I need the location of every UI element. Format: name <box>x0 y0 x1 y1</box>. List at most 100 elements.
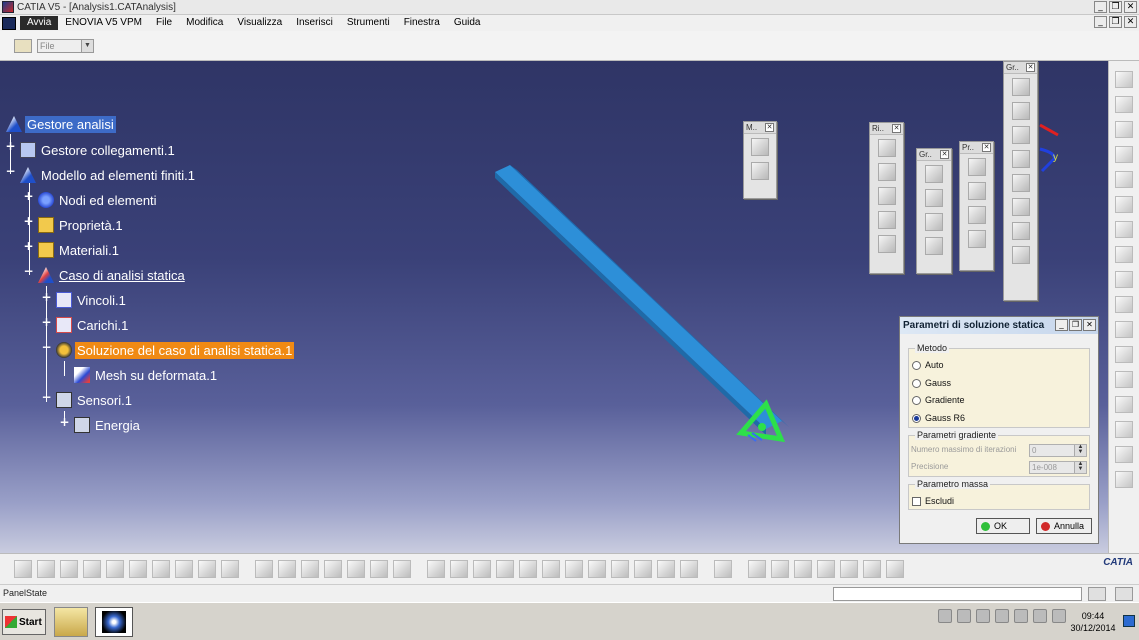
annulla-button[interactable]: Annulla <box>1036 518 1092 534</box>
tool-icon[interactable] <box>1115 321 1133 338</box>
start-button[interactable]: Start <box>2 609 46 635</box>
restraint-tool-icon[interactable] <box>877 235 896 253</box>
tool-icon[interactable] <box>771 560 789 578</box>
save-icon[interactable] <box>60 560 78 578</box>
cut-icon[interactable] <box>106 560 124 578</box>
radio-button[interactable] <box>912 395 921 405</box>
menu-inserisci[interactable]: Inserisci <box>289 16 340 30</box>
hide-show-icon[interactable] <box>657 560 675 578</box>
collapse-icon[interactable]: − <box>41 391 52 403</box>
dialog-minimize-button[interactable]: _ <box>1055 319 1068 331</box>
doc-minimize-button[interactable]: _ <box>1094 16 1107 28</box>
group-tool-icon[interactable] <box>925 237 943 255</box>
doc-restore-button[interactable]: ❐ <box>1109 16 1122 28</box>
spin-icon[interactable]: ▲ ▼ <box>1074 444 1086 456</box>
checkbox[interactable] <box>912 496 921 506</box>
menu-file[interactable]: File <box>149 16 179 30</box>
menu-guida[interactable]: Guida <box>447 16 488 30</box>
select-arrow-icon[interactable] <box>1115 196 1133 213</box>
spin-icon[interactable]: ▲ ▼ <box>1074 461 1086 473</box>
tree-node-gestore-analisi[interactable]: Gestore analisi <box>6 114 116 134</box>
multi-view-icon[interactable] <box>588 560 606 578</box>
status-button[interactable] <box>1088 587 1106 601</box>
dialog-restore-button[interactable]: ❐ <box>1069 319 1082 331</box>
clock[interactable]: 09:44 30/12/2014 <box>1068 610 1118 634</box>
tool-icon[interactable] <box>301 560 319 578</box>
collapse-icon[interactable]: − <box>23 265 34 277</box>
tool-icon[interactable] <box>393 560 411 578</box>
tree-node-proprieta[interactable]: Proprietà.1 <box>38 215 125 235</box>
radio-button[interactable] <box>912 378 921 388</box>
close-button[interactable]: ✕ <box>1124 1 1137 13</box>
geometry-tool-icon[interactable] <box>1011 126 1030 144</box>
tray-icon[interactable] <box>957 609 971 623</box>
tool-icon[interactable] <box>1115 246 1133 263</box>
expand-icon[interactable]: + <box>23 240 34 252</box>
power-input-field[interactable] <box>833 587 1082 601</box>
copy-icon[interactable] <box>129 560 147 578</box>
expand-icon[interactable]: + <box>5 140 16 152</box>
network-icon[interactable] <box>1014 609 1028 623</box>
close-icon[interactable]: ✕ <box>940 150 949 159</box>
palette-groups[interactable]: Gr.. ✕ <box>916 148 952 274</box>
expand-icon[interactable]: + <box>23 215 34 227</box>
menu-strumenti[interactable]: Strumenti <box>340 16 397 30</box>
group-tool-icon[interactable] <box>925 189 943 207</box>
geometry-tool-icon[interactable] <box>1011 174 1030 192</box>
zoom-in-icon[interactable] <box>519 560 537 578</box>
mesh-tool-icon[interactable] <box>751 162 769 180</box>
precision-field[interactable]: 1e-008 ▲ ▼ <box>1029 461 1087 474</box>
palette-restraints[interactable]: Ri.. ✕ <box>869 122 904 274</box>
minimize-button[interactable]: _ <box>1094 1 1107 13</box>
tool-icon[interactable] <box>817 560 835 578</box>
menu-modifica[interactable]: Modifica <box>179 16 230 30</box>
tool-icon[interactable] <box>1115 421 1133 438</box>
radio-button[interactable] <box>912 360 921 370</box>
palette-properties[interactable]: Pr.. ✕ <box>959 141 994 271</box>
tool-icon[interactable] <box>714 560 732 578</box>
property-tool-icon[interactable] <box>967 158 986 176</box>
doc-close-button[interactable]: ✕ <box>1124 16 1137 28</box>
table-icon[interactable] <box>324 560 342 578</box>
expand-icon[interactable]: + <box>23 190 34 202</box>
tree-node-vincoli[interactable]: Vincoli.1 <box>56 290 128 310</box>
paste-icon[interactable] <box>152 560 170 578</box>
tree-node-energia[interactable]: Energia <box>74 415 142 435</box>
ok-button[interactable]: OK <box>976 518 1030 534</box>
tool-icon[interactable] <box>1115 221 1133 238</box>
tool-icon[interactable] <box>347 560 365 578</box>
fly-icon[interactable] <box>427 560 445 578</box>
print-icon[interactable] <box>83 560 101 578</box>
help-icon[interactable] <box>221 560 239 578</box>
tool-icon[interactable] <box>370 560 388 578</box>
tree-node-caso-analisi-statica[interactable]: Caso di analisi statica <box>38 265 187 285</box>
volume-icon[interactable] <box>1052 609 1066 623</box>
chevron-down-icon[interactable]: ▼ <box>81 40 93 52</box>
property-tool-icon[interactable] <box>967 182 986 200</box>
radio-gauss-r6[interactable]: Gauss R6 <box>912 413 965 423</box>
compute-icon[interactable] <box>1115 71 1133 88</box>
open-folder-icon[interactable] <box>14 39 32 53</box>
tree-node-soluzione[interactable]: Soluzione del caso di analisi statica.1 <box>56 340 295 360</box>
expand-icon[interactable]: + <box>59 416 70 428</box>
tree-node-materiali[interactable]: Materiali.1 <box>38 240 121 260</box>
radio-button-selected[interactable] <box>912 413 921 423</box>
palette-geometry[interactable]: Gr.. ✕ <box>1003 61 1038 301</box>
menu-enovia[interactable]: ENOVIA V5 VPM <box>58 16 149 30</box>
comment-icon[interactable] <box>278 560 296 578</box>
redo-icon[interactable] <box>198 560 216 578</box>
tree-node-carichi[interactable]: Carichi.1 <box>56 315 130 335</box>
beam-part[interactable] <box>495 165 789 435</box>
taskbar-explorer-icon[interactable] <box>54 607 88 637</box>
expand-icon[interactable]: + <box>41 316 52 328</box>
checkbox-escludi[interactable]: Escludi <box>912 496 954 506</box>
close-icon[interactable]: ✕ <box>892 124 901 133</box>
collapse-icon[interactable]: − <box>5 165 16 177</box>
fit-all-icon[interactable] <box>450 560 468 578</box>
table-icon[interactable] <box>1115 471 1133 488</box>
geometry-tool-icon[interactable] <box>1011 246 1030 264</box>
palette-mesh[interactable]: M.. ✕ <box>743 121 777 199</box>
group-tool-icon[interactable] <box>925 213 943 231</box>
document-icon[interactable] <box>2 16 16 30</box>
compass-icon[interactable] <box>1039 123 1059 173</box>
